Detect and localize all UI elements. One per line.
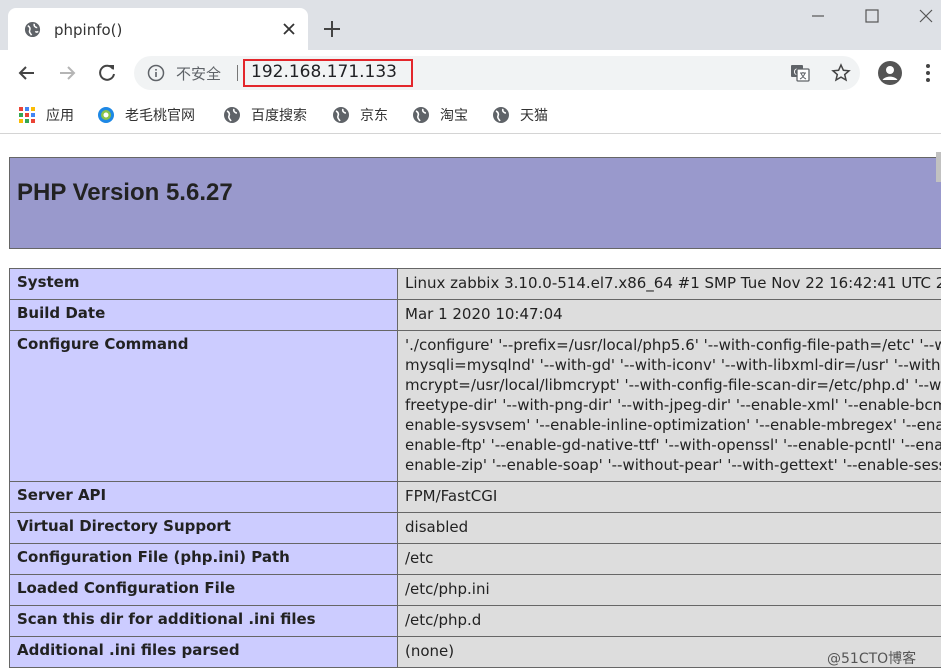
table-row: System Linux zabbix 3.10.0-514.el7.x86_64… (9, 268, 941, 300)
row-label: Additional .ini files parsed (9, 636, 398, 668)
value-line: /etc/php.ini (405, 580, 490, 598)
maximize-icon[interactable] (862, 6, 882, 26)
bookmark-taobao[interactable]: 淘宝 (412, 105, 468, 125)
row-label: Server API (9, 481, 398, 513)
bookmark-label: 淘宝 (440, 108, 468, 124)
minimize-icon[interactable] (808, 6, 828, 26)
scrollbar-thumb[interactable] (936, 152, 941, 182)
bookmark-label: 老毛桃官网 (125, 108, 195, 124)
bookmark-jd[interactable]: 京东 (332, 105, 388, 125)
globe-icon (224, 107, 240, 123)
tab-title: phpinfo() (54, 21, 123, 39)
close-icon[interactable] (280, 20, 298, 38)
table-row: Configure Command './configure' '--prefix… (9, 330, 941, 482)
row-value: disabled (397, 512, 941, 544)
value-line: disabled (405, 518, 469, 536)
row-label: Configuration File (php.ini) Path (9, 543, 398, 575)
table-row: Build Date Mar 1 2020 10:47:04 (9, 299, 941, 331)
url-text[interactable]: 192.168.171.133 (251, 62, 397, 82)
watermark-text: @51CTO博客 (827, 651, 917, 667)
globe-icon (493, 107, 509, 123)
globe-icon (413, 107, 429, 123)
row-value: Mar 1 2020 10:47:04 (397, 299, 941, 331)
row-value: FPM/FastCGI (397, 481, 941, 513)
row-value: /etc (397, 543, 941, 575)
value-line: './configure' '--prefix=/usr/local/php5.… (405, 336, 941, 354)
kebab-menu-icon[interactable] (924, 62, 932, 84)
plus-icon[interactable] (322, 19, 342, 39)
php-version-header: PHP Version 5.6.27 (9, 157, 941, 249)
row-label: Virtual Directory Support (9, 512, 398, 544)
apps-grid-icon (19, 107, 35, 123)
row-value: './configure' '--prefix=/usr/local/php5.… (397, 330, 941, 482)
row-label: Configure Command (9, 330, 398, 482)
bookmark-laomaotao[interactable]: 老毛桃官网 (97, 105, 195, 125)
bookmark-apps[interactable]: 应用 (18, 105, 74, 125)
row-value: Linux zabbix 3.10.0-514.el7.x86_64 #1 SM… (397, 268, 941, 300)
value-line: enable-zip' '--enable-soap' '--without-p… (405, 456, 941, 474)
row-value: /etc/php.d (397, 605, 941, 637)
row-label: Build Date (9, 299, 398, 331)
value-line: enable-ftp' '--enable-gd-native-ttf' '--… (405, 436, 941, 454)
value-line: mcrypt=/usr/local/libmcrypt' '--with-con… (405, 376, 941, 394)
value-line: /etc/php.d (405, 611, 482, 629)
value-line: Linux zabbix 3.10.0-514.el7.x86_64 #1 SM… (405, 274, 941, 292)
page-viewport: PHP Version 5.6.27 System Linux zabbix 3.… (0, 135, 941, 672)
browser-tab[interactable]: phpinfo() (8, 8, 308, 50)
value-line: Mar 1 2020 10:47:04 (405, 305, 563, 323)
table-row: Additional .ini files parsed (none) (9, 636, 941, 668)
separator (237, 65, 238, 81)
forward-arrow-icon[interactable] (56, 62, 78, 84)
bookmark-label: 天猫 (520, 108, 548, 124)
address-bar[interactable]: 不安全 192.168.171.133 G (134, 56, 860, 90)
globe-icon (333, 107, 349, 123)
row-label: Loaded Configuration File (9, 574, 398, 606)
table-row: Server API FPM/FastCGI (9, 481, 941, 513)
table-row: Configuration File (php.ini) Path/etc (9, 543, 941, 575)
page-title: PHP Version 5.6.27 (17, 179, 233, 206)
table-row: Scan this dir for additional .ini files /… (9, 605, 941, 637)
bookmark-label: 京东 (360, 108, 388, 124)
security-label[interactable]: 不安全 (176, 63, 221, 84)
table-row: Virtual Directory Support disabled (9, 512, 941, 544)
value-line: FPM/FastCGI (405, 487, 498, 505)
value-line: mysqli=mysqlnd' '--with-gd' '--with-icon… (405, 356, 941, 374)
phpinfo-table: System Linux zabbix 3.10.0-514.el7.x86_64… (9, 268, 941, 668)
value-line: freetype-dir' '--with-png-dir' '--with-j… (405, 396, 941, 414)
row-label: Scan this dir for additional .ini files (9, 605, 398, 637)
bookmark-tmall[interactable]: 天猫 (492, 105, 548, 125)
star-icon[interactable] (831, 63, 851, 83)
row-label: System (9, 268, 398, 300)
browser-toolbar: 不安全 192.168.171.133 G (0, 50, 941, 96)
value-line: enable-sysvsem' '--enable-inline-optimiz… (405, 416, 941, 434)
bookmark-label: 百度搜索 (251, 108, 307, 124)
site-favicon-icon (98, 107, 114, 123)
globe-icon (24, 21, 41, 38)
bookmarks-bar: 应用 老毛桃官网 百度搜索 京东 淘宝 天猫 (0, 96, 941, 134)
bookmark-baidu[interactable]: 百度搜索 (223, 105, 307, 125)
bookmark-label: 应用 (46, 108, 74, 124)
account-icon[interactable] (877, 60, 903, 86)
table-row: Loaded Configuration File/etc/php.ini (9, 574, 941, 606)
value-line: /etc (405, 549, 434, 567)
info-icon[interactable] (147, 64, 165, 82)
row-value: /etc/php.ini (397, 574, 941, 606)
translate-icon[interactable]: G (790, 63, 810, 83)
reload-icon[interactable] (96, 62, 118, 84)
tab-strip: phpinfo() (0, 0, 941, 50)
window-close-icon[interactable] (916, 6, 936, 26)
back-arrow-icon[interactable] (16, 62, 38, 84)
